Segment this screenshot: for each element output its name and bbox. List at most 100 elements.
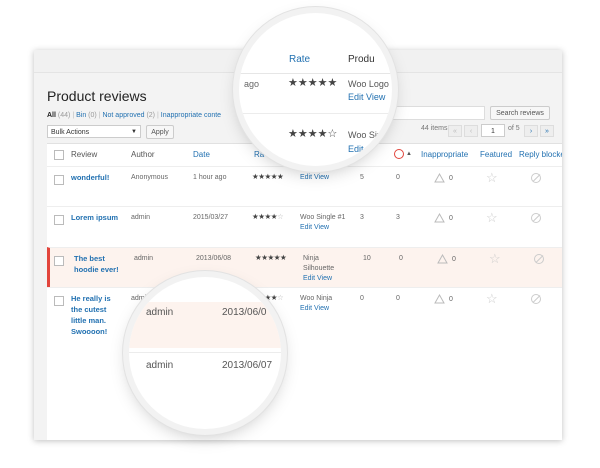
column-inappropriate[interactable]: Inappropriate [421,150,468,159]
warning-icon[interactable] [434,213,445,223]
filter-all[interactable]: All [47,112,56,119]
unhelpful-icon[interactable] [394,149,404,159]
column-date[interactable]: Date [193,150,210,159]
product-name: Silhouette [303,265,335,272]
review-date: 2015/03/27 [193,214,229,221]
inappropriate-count: 0 [449,175,453,182]
edit-link[interactable]: Edit [303,275,315,282]
edit-link[interactable]: Edit [300,174,312,181]
mag-divider [129,352,281,353]
mag-edit-link[interactable]: Edit [348,92,364,102]
mag-view-link[interactable]: View [366,92,385,102]
filter-not-approved-count: (2) [146,112,156,119]
review-title-line: little man. [71,316,107,325]
inappropriate-count: 0 [449,215,453,222]
column-review: Review [71,150,98,159]
reply-blocked-icon[interactable] [531,213,541,223]
product-name: Woo Ninja [300,295,333,302]
edit-link[interactable]: Edit [300,305,312,312]
magnifier-rate-column: Rate Produ ago ★★★★★ Woo Logo Edit View … [239,13,392,166]
view-link[interactable]: View [314,305,329,312]
row-checkbox[interactable] [54,215,64,225]
row-actions: Edit View [300,173,329,183]
bulk-actions-select[interactable]: Bulk Actions ▼ [47,125,141,138]
unhelpful-count: 0 [396,295,400,302]
sort-asc-icon: ▲ [406,151,412,157]
status-filters: All (44) | Bin (0) | Not approved (2) | … [47,112,221,119]
review-title[interactable]: wonderful! [71,172,109,183]
items-count: 44 items [421,125,448,132]
apply-button[interactable]: Apply [146,125,174,139]
row-checkbox[interactable] [54,175,64,185]
unhelpful-count: 0 [399,255,403,262]
review-title[interactable]: The best hoodie ever! [74,253,119,275]
view-link[interactable]: View [317,275,332,282]
filter-separator: | [156,112,159,119]
column-featured[interactable]: Featured [480,150,512,159]
page-number-input[interactable]: 1 [481,124,505,137]
first-page-button[interactable]: « [448,125,462,137]
row-checkbox[interactable] [54,296,64,306]
page-title: Product reviews [47,88,147,104]
mag-product-name: Woo Logo [348,79,389,89]
filter-all-count: (44) [57,112,71,119]
mag-product-name: Woo Sing [348,130,387,140]
column-author: Author [131,150,155,159]
search-reviews-button[interactable]: Search reviews [490,106,550,120]
review-author: admin [131,214,151,221]
rating-stars: ★★★★☆ [252,212,284,221]
inappropriate-count: 0 [452,256,456,263]
filter-separator: | [72,112,75,119]
chevron-down-icon: ▼ [131,129,137,135]
edit-link[interactable]: Edit [300,224,312,231]
prev-page-button[interactable]: ‹ [464,125,478,137]
view-link[interactable]: View [314,174,329,181]
featured-star-icon[interactable]: ☆ [486,292,498,305]
featured-star-icon[interactable]: ☆ [489,252,501,265]
reply-blocked-icon[interactable] [531,294,541,304]
reply-blocked-icon[interactable] [531,173,541,183]
inappropriate-count: 0 [449,296,453,303]
featured-star-icon[interactable]: ☆ [486,171,498,184]
warning-icon[interactable] [434,294,445,304]
column-reply-blocked[interactable]: Reply blocke [519,150,562,159]
mag-divider [239,113,392,114]
mag-product-header: Produ [348,54,375,65]
bulk-actions-value: Bulk Actions [51,129,90,136]
mag-divider [239,73,392,74]
filter-bin[interactable]: Bin [76,112,86,119]
featured-star-icon[interactable]: ☆ [486,211,498,224]
mag-edit-link[interactable]: Edit [348,144,364,154]
rating-stars: ★★★★★ [252,172,284,181]
review-title[interactable]: Lorem ipsum [71,212,118,223]
select-all-checkbox[interactable] [54,150,64,160]
next-page-button[interactable]: › [524,125,538,137]
magnifier-author-column: admin 2013/06/0 admin 2013/06/07 [129,277,281,429]
search-input[interactable] [389,106,485,120]
rating-stars: ★★★★★ [255,253,287,262]
mag-author: admin [146,360,174,371]
row-actions: Edit View [303,274,332,284]
helpful-count: 10 [363,255,371,262]
table-row[interactable]: The best hoodie ever! admin 2013/06/08 ★★★★★… [47,247,562,288]
table-row[interactable]: He really is the cutest little man. Swoooon… [47,287,562,358]
review-title[interactable]: He really is the cutest little man. Swoooon… [71,293,111,337]
table-row[interactable]: wonderful! Anonymous 1 hour ago ★★★★★ Edit V… [47,166,562,207]
product-name: Woo Single #1 [300,214,346,221]
review-date: 1 hour ago [193,174,227,181]
review-title-line: wonderful! [71,173,110,182]
reply-blocked-icon[interactable] [534,254,544,264]
table-row[interactable]: Lorem ipsum admin 2015/03/27 ★★★★☆ Woo Singl… [47,206,562,248]
warning-icon[interactable] [434,173,445,183]
row-checkbox[interactable] [54,256,64,266]
filter-inappropriate[interactable]: Inappropriate conte [161,112,221,119]
helpful-count: 5 [360,174,364,181]
view-link[interactable]: View [314,224,329,231]
filter-not-approved[interactable]: Not approved [102,112,144,119]
review-title-line: Lorem ipsum [71,213,119,222]
review-title-line: Swoooon! [71,327,108,336]
mag-rating-stars: ★★★★☆ [288,128,338,140]
warning-icon[interactable] [437,254,448,264]
last-page-button[interactable]: » [540,125,554,137]
column-rate[interactable]: Ra [254,150,264,159]
